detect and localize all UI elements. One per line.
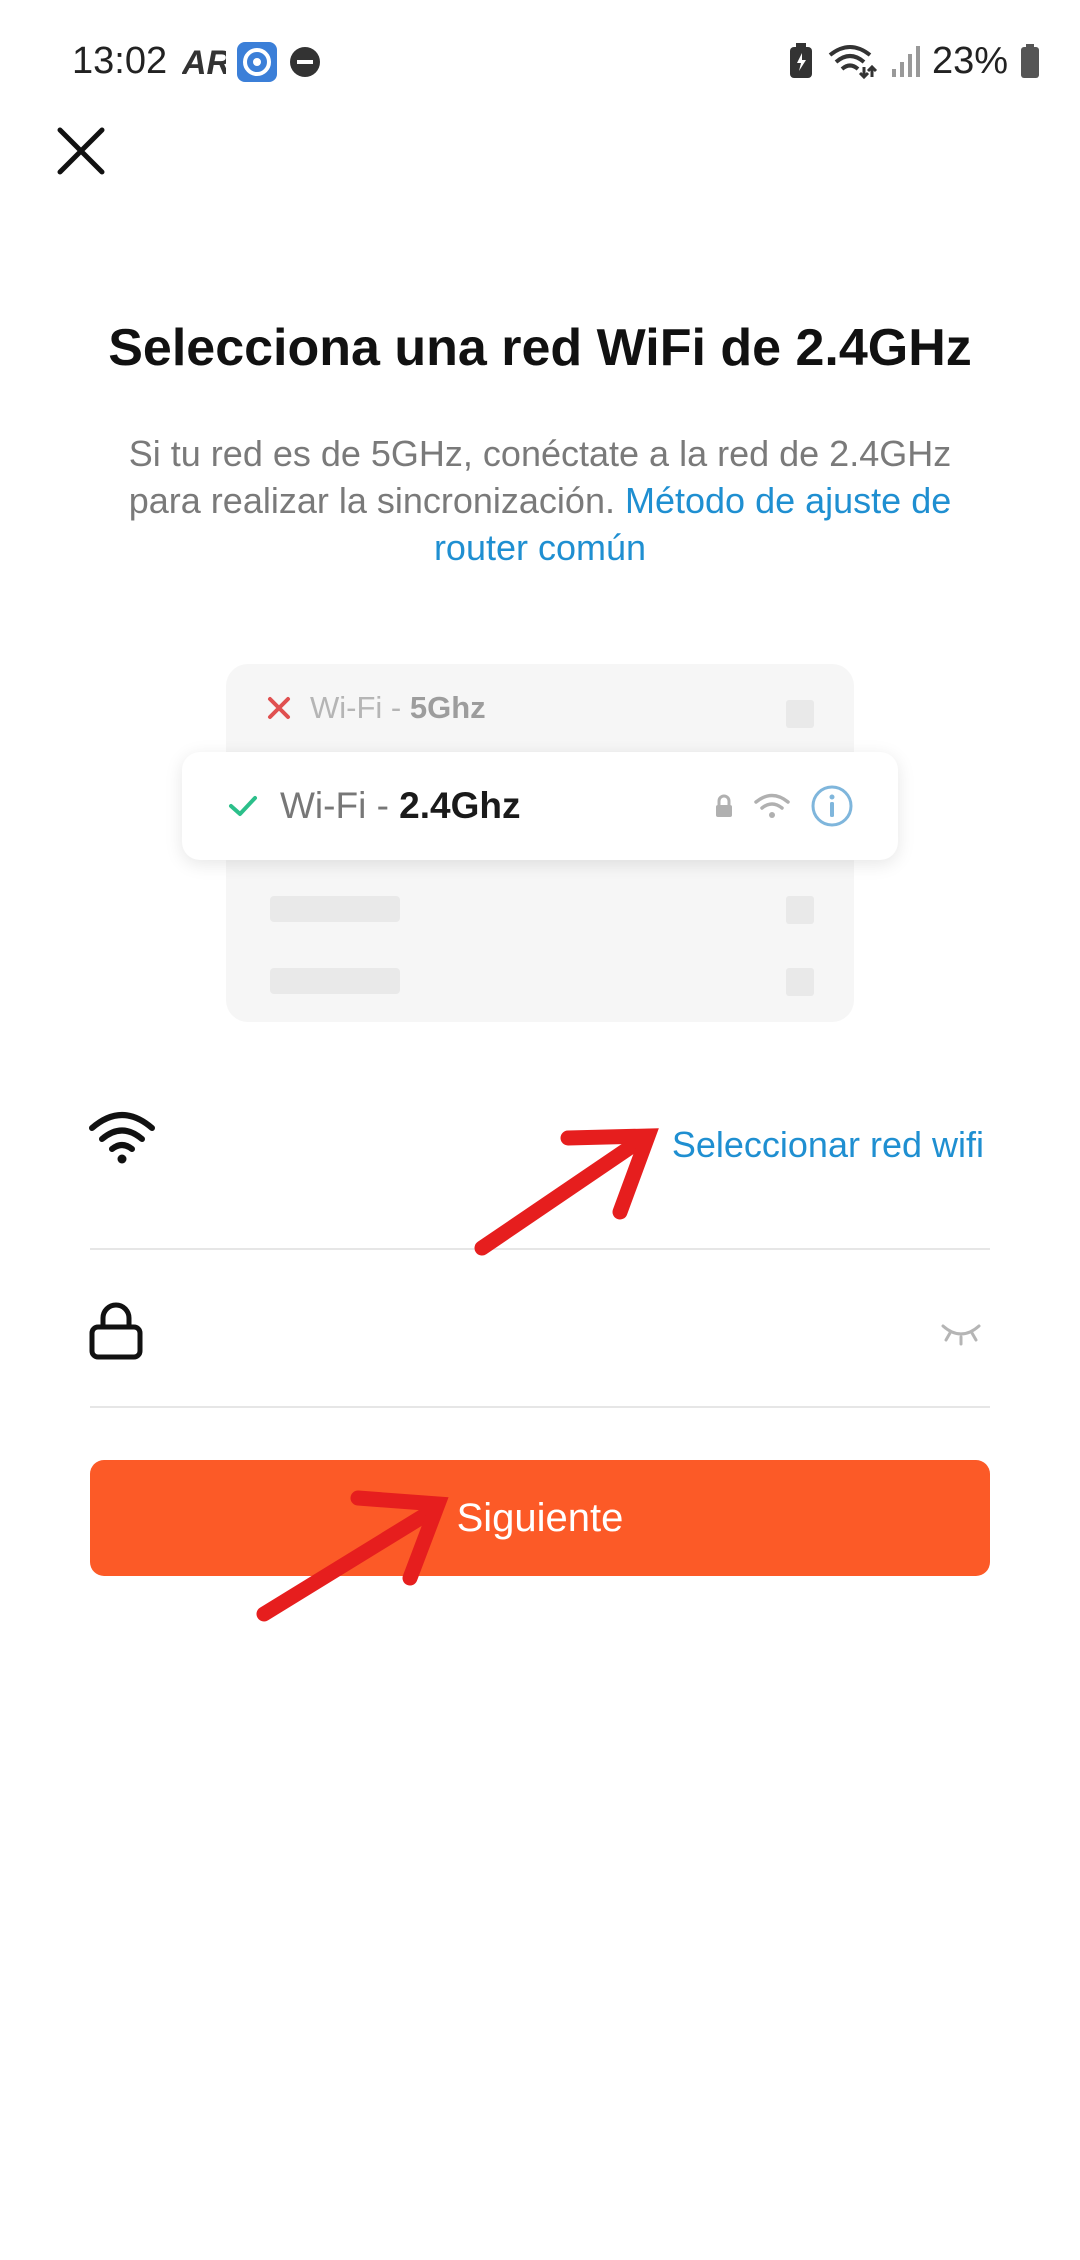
wifi-icon — [89, 1112, 155, 1164]
page-title: Selecciona una red WiFi de 2.4GHz — [108, 319, 972, 377]
wifi-icon — [754, 793, 790, 818]
close-icon — [57, 127, 105, 175]
password-field-icon — [88, 1300, 144, 1360]
network-name-5ghz: Wi-Fi - 5Ghz — [310, 690, 486, 725]
wifi-calling-icon — [828, 45, 877, 80]
placeholder-bar — [270, 896, 400, 922]
placeholder-square — [786, 896, 814, 924]
ar-zone-icon: AR — [182, 44, 226, 80]
password-input[interactable] — [190, 1300, 830, 1360]
select-wifi-link[interactable]: Seleccionar red wifi — [672, 1124, 984, 1166]
cross-icon — [268, 697, 290, 719]
placeholder-square — [786, 700, 814, 728]
battery-icon — [1021, 44, 1039, 78]
status-left-icons: AR — [182, 40, 322, 84]
wifi-name-input[interactable] — [190, 1110, 630, 1170]
placeholder-bar — [270, 968, 400, 994]
divider — [90, 1406, 990, 1408]
network-status-icons — [714, 752, 854, 860]
illustration-row-5ghz: Wi-Fi - 5Ghz — [266, 690, 486, 726]
svg-text:AR: AR — [182, 44, 226, 80]
lock-icon — [716, 794, 732, 817]
check-icon — [229, 796, 257, 816]
do-not-disturb-icon — [290, 47, 320, 77]
battery-percentage: 23% — [931, 39, 1008, 82]
signal-icon — [891, 46, 920, 77]
status-right-group: 23% — [788, 36, 1040, 86]
network-name-2-4ghz: Wi-Fi - 2.4Ghz — [228, 752, 521, 860]
close-button[interactable] — [52, 122, 110, 180]
info-icon — [811, 785, 853, 827]
battery-saver-icon — [789, 43, 812, 78]
illustration-row-2-4ghz: Wi-Fi - 2.4Ghz — [182, 752, 898, 860]
app-notification-icon — [237, 42, 277, 82]
next-button[interactable]: Siguiente — [90, 1460, 990, 1576]
placeholder-square — [786, 968, 814, 996]
status-time: 13:02 — [72, 40, 168, 82]
divider — [90, 1248, 990, 1250]
toggle-password-visibility[interactable] — [940, 1320, 982, 1346]
wifi-field-icon — [86, 1108, 158, 1168]
lock-icon — [89, 1302, 143, 1360]
eye-closed-icon — [941, 1324, 981, 1346]
subtitle: Si tu red es de 5GHz, conéctate a la red… — [90, 430, 990, 571]
